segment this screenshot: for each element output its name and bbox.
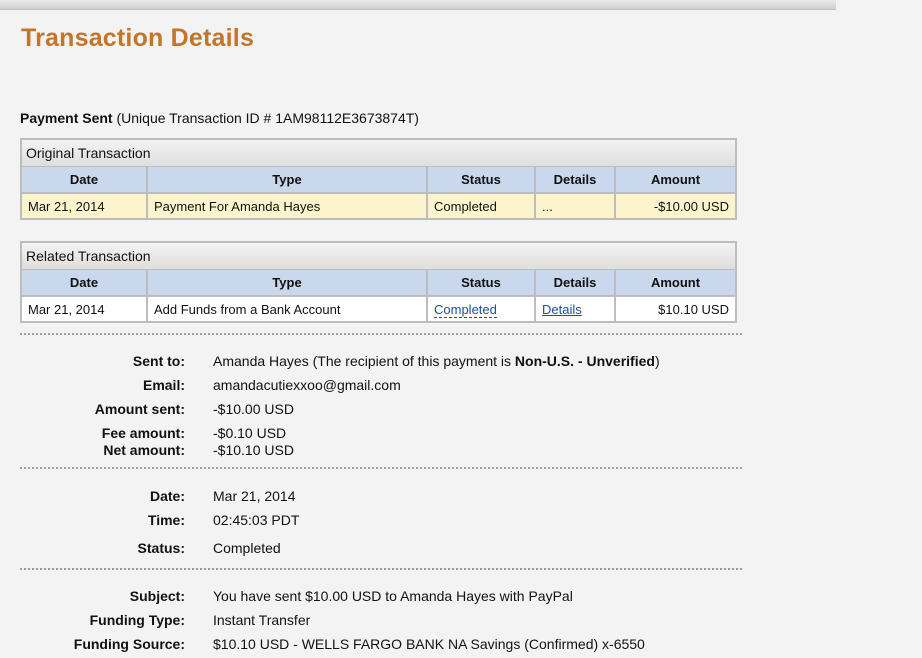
recipient-status: Non-U.S. - Unverified [514, 353, 655, 369]
cell-amount: -$10.00 USD [615, 193, 735, 218]
column-header-date: Date [22, 167, 148, 194]
date-row: Date: Mar 21, 2014 [0, 487, 900, 505]
original-transaction-box: Original Transaction Date Type Status De… [20, 138, 737, 220]
cell-details: Details [535, 296, 616, 321]
transaction-id-text: (Unique Transaction ID # 1AM98112E367387… [116, 110, 419, 126]
email-row: Email: amandacutiexxoo@gmail.com [0, 376, 900, 394]
column-header-status: Status [427, 270, 536, 297]
cell-amount: $10.10 USD [658, 301, 729, 317]
fee-amount-value: -$0.10 USD [213, 425, 287, 441]
funding-type-value: Instant Transfer [213, 612, 311, 628]
payment-status-label: Payment Sent [20, 110, 113, 126]
status-row: Status: Completed [0, 539, 900, 557]
original-transaction-title: Original Transaction [22, 140, 735, 167]
table-row: Mar 21, 2014 Payment For Amanda Hayes Co… [22, 193, 735, 218]
time-label: Time: [147, 512, 185, 528]
cell-date: Mar 21, 2014 [22, 296, 148, 321]
dotted-divider [20, 333, 742, 335]
email-value: amandacutiexxoo@gmail.com [213, 377, 401, 393]
recipient-name: Amanda Hayes [213, 353, 309, 369]
time-row: Time: 02:45:03 PDT [0, 511, 900, 529]
subject-value: You have sent $10.00 USD to Amanda Hayes… [213, 588, 573, 604]
amount-sent-row: Amount sent: -$10.00 USD [0, 400, 900, 418]
related-transaction-title: Related Transaction [22, 243, 735, 270]
dotted-divider [20, 568, 742, 570]
cell-date: Mar 21, 2014 [22, 193, 148, 218]
table-header-row: Date Type Status Details Amount [22, 167, 735, 194]
net-amount-value: -$10.10 USD [213, 442, 294, 458]
amount-sent-value: -$10.00 USD [213, 401, 294, 417]
funding-type-label: Funding Type: [89, 612, 185, 628]
funding-source-value: $10.10 USD - WELLS FARGO BANK NA Savings… [213, 636, 645, 652]
table-row: Mar 21, 2014 Add Funds from a Bank Accou… [22, 296, 735, 321]
funding-type-row: Funding Type: Instant Transfer [0, 611, 900, 629]
cell-status: Completed [427, 193, 536, 218]
recipient-note-prefix: (The recipient of this payment is [312, 353, 515, 369]
sent-to-value: Amanda Hayes (The recipient of this paym… [213, 352, 660, 370]
original-transaction-table: Date Type Status Details Amount Mar 21, … [22, 167, 735, 218]
funding-source-label: Funding Source: [73, 636, 185, 652]
column-header-status: Status [427, 167, 536, 194]
subject-label: Subject: [129, 588, 185, 604]
column-header-date: Date [22, 270, 148, 297]
column-header-details: Details [535, 167, 616, 194]
amount-sent-label: Amount sent: [94, 401, 185, 417]
recipient-note-suffix: ) [654, 353, 660, 369]
funding-source-row: Funding Source: $10.10 USD - WELLS FARGO… [0, 635, 900, 653]
top-header-strip [0, 0, 836, 10]
date-value: Mar 21, 2014 [213, 488, 296, 504]
sent-to-label: Sent to: [132, 353, 185, 369]
cell-status: Completed [427, 296, 536, 321]
column-header-amount: Amount [615, 270, 735, 297]
email-label: Email: [142, 377, 185, 393]
subject-row: Subject: You have sent $10.00 USD to Ama… [0, 587, 900, 605]
cell-details: ... [535, 193, 616, 218]
dotted-divider [20, 467, 742, 469]
sent-to-row: Sent to: Amanda Hayes (The recipient of … [0, 352, 900, 370]
related-transaction-table: Date Type Status Details Amount Mar 21, … [22, 270, 735, 321]
column-header-details: Details [535, 270, 616, 297]
page-title: Transaction Details [21, 24, 255, 52]
cell-type: Payment For Amanda Hayes [147, 193, 428, 218]
time-value: 02:45:03 PDT [213, 512, 300, 528]
column-header-type: Type [147, 167, 428, 194]
status-completed-link[interactable]: Completed [434, 301, 497, 318]
status-label: Status: [137, 540, 185, 556]
column-header-amount: Amount [615, 167, 735, 194]
column-header-type: Type [147, 270, 428, 297]
date-label: Date: [149, 488, 185, 504]
payment-sent-line: Payment Sent (Unique Transaction ID # 1A… [20, 110, 419, 126]
related-transaction-box: Related Transaction Date Type Status Det… [20, 241, 737, 323]
details-link[interactable]: Details [542, 302, 582, 317]
cell-type: Add Funds from a Bank Account [147, 296, 428, 321]
status-value: Completed [213, 540, 281, 556]
fee-amount-row: Fee amount: -$0.10 USD [0, 424, 900, 442]
fee-amount-label: Fee amount: [101, 425, 185, 441]
net-amount-label: Net amount: [103, 442, 185, 458]
table-header-row: Date Type Status Details Amount [22, 270, 735, 297]
net-amount-row: Net amount: -$10.10 USD [0, 441, 900, 459]
